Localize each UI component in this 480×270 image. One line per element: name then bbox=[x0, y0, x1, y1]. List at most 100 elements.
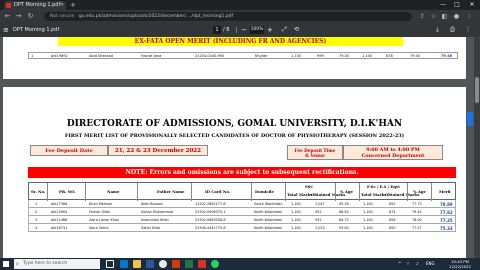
excel-app-icon[interactable] bbox=[185, 260, 193, 268]
cell-cnic: 21506-4441770-8 bbox=[195, 226, 226, 230]
fee-deposit-time-label: Fee Deposit Time & Venue bbox=[287, 145, 343, 160]
fee-deposit-date-label: Fee Deposit Date bbox=[30, 145, 108, 156]
header-ssc: SSC bbox=[305, 184, 314, 189]
address-url: gu.edu.pk/admissions/uploads/2022/decemb… bbox=[78, 14, 234, 19]
pdf-app-icon[interactable] bbox=[198, 260, 206, 268]
language-indicator[interactable]: ENG bbox=[426, 258, 435, 270]
task-view-icon[interactable] bbox=[106, 260, 114, 268]
back-icon[interactable]: ← bbox=[3, 12, 12, 21]
cell-father: Hazrat Jana bbox=[141, 54, 162, 58]
table-row: 1 ptk17366 Kiran Mehnaz Abid Hussain 112… bbox=[28, 200, 456, 208]
maximize-icon[interactable]: □ bbox=[450, 0, 464, 10]
rotate-icon[interactable]: ⟲ bbox=[294, 23, 299, 37]
cell-domicile: North Waziristan bbox=[254, 210, 283, 214]
pdf-favicon-icon bbox=[6, 3, 11, 8]
cell-sr: 1 bbox=[35, 202, 38, 206]
download-icon[interactable]: ⤓ bbox=[436, 23, 439, 37]
cell-fsc-pct: 78.00 bbox=[412, 218, 422, 222]
cell-cnic: 21502-0863338-8 bbox=[195, 218, 226, 222]
more-actions-icon[interactable]: ⋮ bbox=[465, 23, 471, 37]
print-icon[interactable]: ⎙ bbox=[450, 23, 455, 37]
cell-cnic: 21204-0440-950 bbox=[195, 54, 225, 58]
address-bar[interactable]: Not secure gu.edu.pk/admissions/uploads/… bbox=[44, 12, 412, 21]
cell-total: 1,100 bbox=[291, 54, 302, 58]
pdf-menu-icon[interactable]: ≡ bbox=[3, 23, 9, 37]
file-explorer-icon[interactable] bbox=[133, 260, 141, 268]
cell-sr: 2 bbox=[35, 210, 38, 214]
close-window-icon[interactable]: ✕ bbox=[465, 0, 479, 10]
browser-tab[interactable]: DPT Morning 1.pdf ✕ bbox=[4, 1, 66, 10]
cell-pct: 95.18 bbox=[339, 202, 349, 206]
column-divider bbox=[251, 183, 252, 201]
whatsapp-app-icon[interactable] bbox=[211, 260, 219, 268]
zoom-in-icon[interactable]: + bbox=[267, 23, 273, 37]
cell-fsc-total: 1,100 bbox=[363, 202, 373, 206]
forward-icon[interactable]: → bbox=[14, 12, 23, 21]
pdf-toolbar: ≡ DPT Morning 1.pdf 1 / 8 − 100% + ⤢ ⟲ ⤓… bbox=[0, 23, 480, 37]
cell-sr: 3 bbox=[35, 218, 38, 222]
page-indicator bbox=[467, 112, 473, 126]
reload-icon[interactable]: ↻ bbox=[26, 12, 35, 21]
column-divider bbox=[137, 183, 138, 201]
cell-sr: 4 bbox=[35, 226, 38, 230]
powerpoint-app-icon[interactable] bbox=[172, 260, 180, 268]
cell-total: 1,100 bbox=[291, 210, 301, 214]
cell-domicile: North Waziristan bbox=[254, 226, 283, 230]
windows-start-icon[interactable] bbox=[3, 261, 9, 267]
table-row: 2 ptk15964 Farhan Ullah Sultan Muhammad … bbox=[28, 208, 456, 216]
chrome-app-icon[interactable] bbox=[159, 260, 167, 268]
cell-merit: 78.89 bbox=[440, 201, 453, 207]
network-icon[interactable]: ⌔ bbox=[406, 258, 410, 270]
browser-tab-strip: DPT Morning 1.pdf ✕ + — □ ✕ bbox=[0, 0, 480, 10]
cell-name: Farhan Ullah bbox=[89, 210, 111, 214]
tab-close-icon[interactable]: ✕ bbox=[60, 1, 64, 10]
page-heading: DIRECTORATE OF ADMISSIONS, GOMAL UNIVERS… bbox=[66, 119, 403, 129]
table-header: Sr. No. PR. NO. Name Father Name ID Card… bbox=[28, 182, 456, 201]
pdf-viewer[interactable]: EX-FATA OPEN MERIT (INCLUDING FR AND AGE… bbox=[0, 37, 480, 258]
extensions-icon[interactable]: ◧ bbox=[440, 12, 449, 21]
system-clock[interactable]: 10:43 PM 12/22/2022 bbox=[446, 259, 474, 269]
share-icon[interactable]: ⇪ bbox=[418, 12, 427, 21]
taskbar-search-input[interactable]: ⌕ Type here to search bbox=[14, 259, 100, 269]
browser-menu-icon[interactable]: ⋮ bbox=[465, 12, 474, 21]
column-divider bbox=[359, 183, 360, 201]
zoom-level-input[interactable]: 100% bbox=[250, 26, 264, 34]
errors-note-banner: NOTE: Errors and omissions are subject t… bbox=[28, 167, 456, 178]
cell-name: Zaira Lianor Khan bbox=[89, 218, 120, 222]
bookmark-star-icon[interactable]: ☆ bbox=[429, 12, 438, 21]
volume-icon[interactable]: ♪ bbox=[416, 258, 419, 270]
cell-fsc-obtained: 855 bbox=[389, 202, 396, 206]
header-ssc-total: Total Marks bbox=[287, 192, 313, 197]
new-tab-icon[interactable]: + bbox=[70, 1, 76, 9]
cell-pct: 93.00 bbox=[339, 226, 349, 230]
header-merit: Merit bbox=[439, 189, 451, 194]
cell-father: Zahid Ullah bbox=[141, 226, 161, 230]
page-total: / 8 bbox=[223, 27, 230, 33]
word-app-icon[interactable] bbox=[146, 260, 154, 268]
edge-app-icon[interactable] bbox=[120, 260, 128, 268]
minimize-icon[interactable]: — bbox=[436, 0, 450, 10]
header-fsc-total: Total Marks bbox=[361, 192, 387, 197]
cell-domicile: Khyber bbox=[255, 54, 268, 58]
zoom-out-icon[interactable]: − bbox=[241, 23, 247, 37]
pdf-file-name: DPT Morning 1.pdf bbox=[13, 27, 60, 33]
table-row: 3 ptk11468 Zaira Lianor Khan Ikramullah … bbox=[28, 216, 456, 224]
cell-merit: 75.33 bbox=[440, 225, 453, 231]
cell-fsc-obtained: 874 bbox=[389, 210, 396, 214]
scrollbar-thumb[interactable] bbox=[475, 77, 479, 103]
page-number-input[interactable]: 1 bbox=[213, 26, 221, 34]
cell-obtained: 932 bbox=[315, 218, 322, 222]
fit-page-icon[interactable]: ⤢ bbox=[282, 23, 287, 37]
cell-sr: 1 bbox=[31, 54, 34, 58]
cell-fsc-obtained: 858 bbox=[389, 218, 396, 222]
vertical-scrollbar[interactable] bbox=[474, 37, 480, 258]
cell-total: 1,100 bbox=[291, 226, 301, 230]
cell-merit: 77.25 bbox=[440, 217, 453, 223]
header-father: Father Name bbox=[157, 189, 185, 194]
tray-chevron-icon[interactable]: ^ bbox=[398, 258, 401, 270]
cell-total: 1,100 bbox=[291, 218, 301, 222]
header-fsc: F.Sc / F.A / Eqvt bbox=[367, 184, 400, 189]
cell-name: Abid Shahzad bbox=[89, 54, 113, 58]
profile-avatar-icon[interactable]: ● bbox=[452, 12, 461, 21]
tab-title: DPT Morning 1.pdf bbox=[14, 2, 61, 8]
